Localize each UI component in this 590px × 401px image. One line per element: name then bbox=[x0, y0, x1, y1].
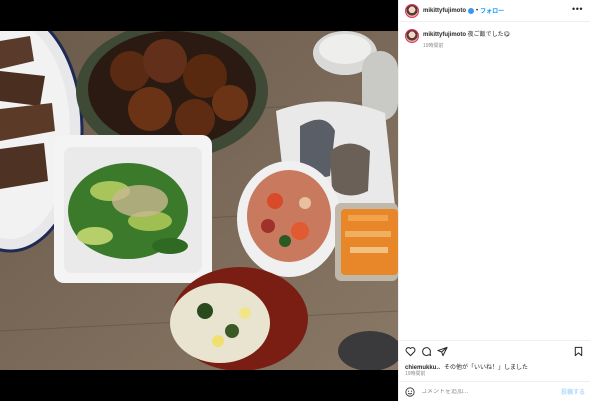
share-icon[interactable] bbox=[437, 346, 448, 357]
post-sidebar: mikittyfujimoto • フォロー ••• mikittyfujimo… bbox=[398, 0, 590, 401]
caption-text-line: mikittyfujimoto 夜ご飯でした😋 bbox=[423, 29, 510, 38]
instagram-post: mikittyfujimoto • フォロー ••• mikittyfujimo… bbox=[0, 0, 590, 401]
action-bar bbox=[399, 340, 590, 358]
caption-avatar[interactable] bbox=[405, 29, 419, 43]
separator-dot: • bbox=[476, 7, 479, 14]
carrot-dish bbox=[335, 203, 398, 281]
avatar[interactable] bbox=[405, 3, 419, 18]
more-icon[interactable]: ••• bbox=[572, 4, 583, 14]
caption-username[interactable]: mikittyfujimoto bbox=[423, 32, 466, 38]
post-header: mikittyfujimoto • フォロー ••• bbox=[399, 0, 590, 22]
post-time: 19時間前 bbox=[405, 371, 426, 377]
emoji-icon[interactable] bbox=[405, 386, 415, 397]
post-media[interactable] bbox=[0, 0, 398, 401]
header-username[interactable]: mikittyfujimoto bbox=[423, 8, 466, 14]
caption-text: 夜ご飯でした😋 bbox=[467, 32, 510, 38]
comment-icon[interactable] bbox=[421, 346, 432, 357]
cucumber-dish bbox=[54, 135, 212, 283]
caption-time: 19時間前 bbox=[423, 43, 444, 49]
caption: mikittyfujimoto 夜ご飯でした😋 19時間前 bbox=[405, 29, 510, 49]
post-comment-button[interactable]: 投稿する bbox=[561, 387, 585, 396]
likes-text: 、その他が「いいね！」しました bbox=[438, 365, 529, 371]
verified-badge-icon bbox=[468, 7, 474, 14]
caption-body: mikittyfujimoto 夜ご飯でした😋 19時間前 bbox=[423, 29, 510, 49]
salad-bowl bbox=[237, 161, 341, 277]
post-photo bbox=[0, 31, 398, 370]
comment-input[interactable] bbox=[421, 388, 551, 395]
comment-bar: 投稿する bbox=[399, 381, 590, 401]
follow-button[interactable]: フォロー bbox=[480, 6, 504, 15]
heart-icon[interactable] bbox=[405, 346, 416, 357]
bookmark-icon[interactable] bbox=[573, 346, 584, 357]
